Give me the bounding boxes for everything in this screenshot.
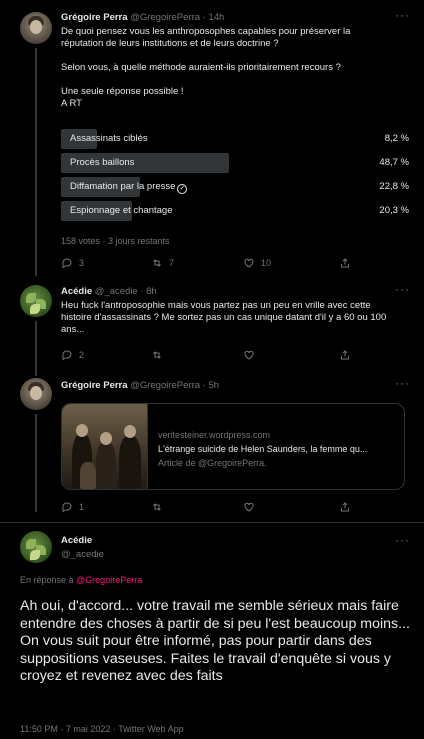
more-icon[interactable]: ··· bbox=[395, 376, 410, 390]
card-subtitle: Article de @GregoirePerra. bbox=[158, 458, 267, 468]
tweet-time[interactable]: 8h bbox=[146, 286, 157, 297]
tweet-1[interactable]: Grégoire Perra @GregoirePerra · 14h ··· … bbox=[0, 0, 424, 280]
like-button[interactable] bbox=[243, 501, 255, 513]
poll-option: Assassinats ciblés 8,2 % bbox=[61, 129, 409, 149]
share-button[interactable] bbox=[339, 349, 351, 361]
reply-to-link[interactable]: @GregoirePerra bbox=[76, 575, 142, 585]
share-icon bbox=[341, 258, 349, 268]
card-thumbnail bbox=[62, 404, 148, 489]
like-button[interactable] bbox=[243, 349, 255, 361]
like-count: 10 bbox=[261, 258, 272, 268]
thread-line bbox=[35, 321, 37, 376]
poll-option-percent: 22,8 % bbox=[379, 181, 409, 192]
poll-meta: 158 votes · 3 jours restants bbox=[61, 236, 170, 246]
author-name[interactable]: Grégoire Perra bbox=[61, 380, 128, 391]
divider bbox=[0, 522, 424, 523]
retweet-button[interactable]: 7 bbox=[151, 257, 174, 269]
retweet-icon bbox=[153, 503, 161, 511]
reply-count: 2 bbox=[79, 350, 85, 360]
author-handle[interactable]: @GregoirePerra bbox=[130, 380, 200, 391]
share-icon bbox=[341, 502, 349, 512]
tweet-2[interactable]: Acédie @_acedie · 8h ··· Heu fuck l'antr… bbox=[0, 280, 424, 378]
reply-count: 1 bbox=[79, 502, 85, 512]
share-button[interactable] bbox=[339, 501, 351, 513]
card-title: L'étrange suicide de Helen Saunders, la … bbox=[158, 444, 368, 454]
tweet-time[interactable]: 5h bbox=[208, 380, 219, 391]
author-handle[interactable]: @GregoirePerra bbox=[130, 12, 200, 23]
author-name[interactable]: Acédie bbox=[61, 286, 92, 297]
retweet-count: 7 bbox=[169, 258, 175, 268]
tweet-actions: 3 7 10 bbox=[61, 257, 361, 271]
tweet-text: De quoi pensez vous les anthroposophes c… bbox=[61, 26, 351, 109]
avatar[interactable] bbox=[20, 285, 52, 317]
tweet-header: Grégoire Perra @GregoirePerra · 14h bbox=[61, 12, 225, 23]
poll-option-percent: 8,2 % bbox=[384, 133, 409, 144]
avatar[interactable] bbox=[20, 531, 52, 563]
like-icon bbox=[244, 350, 254, 360]
tweet-actions: 2 bbox=[61, 349, 361, 363]
poll-option: Procès baillons 48,7 % bbox=[61, 153, 409, 173]
more-icon[interactable]: ··· bbox=[395, 282, 410, 296]
tweet-time[interactable]: 14h bbox=[208, 12, 224, 23]
reply-icon bbox=[62, 258, 72, 269]
author-handle[interactable]: @_acedie bbox=[95, 286, 138, 297]
card-domain: veritesteiner.wordpress.com bbox=[158, 430, 271, 440]
author-handle[interactable]: @_acedie bbox=[61, 549, 104, 560]
reply-button[interactable]: 2 bbox=[61, 349, 84, 361]
thread-line bbox=[35, 48, 37, 276]
retweet-icon bbox=[153, 351, 161, 359]
poll-option-percent: 20,3 % bbox=[379, 205, 409, 216]
more-icon[interactable]: ··· bbox=[395, 8, 410, 22]
retweet-button[interactable] bbox=[151, 349, 163, 361]
author-name[interactable]: Acédie bbox=[61, 535, 92, 546]
link-card[interactable]: veritesteiner.wordpress.com L'étrange su… bbox=[61, 403, 405, 490]
reply-context: En réponse à @GregoirePerra bbox=[20, 575, 143, 585]
poll-option: Espionnage et chantage 20,3 % bbox=[61, 201, 409, 221]
reply-button[interactable]: 1 bbox=[61, 501, 84, 513]
card-text: veritesteiner.wordpress.com L'étrange su… bbox=[158, 428, 398, 470]
more-icon[interactable]: ··· bbox=[395, 533, 410, 547]
thread-line bbox=[35, 414, 37, 512]
poll: Assassinats ciblés 8,2 % Procès baillons… bbox=[61, 129, 409, 225]
tweet-header: Acédie @_acedie · 8h bbox=[61, 286, 157, 297]
poll-option: Diffamation par la presse ✓ 22,8 % bbox=[61, 177, 409, 197]
check-circle-icon: ✓ bbox=[177, 184, 188, 194]
poll-option-label: Assassinats ciblés bbox=[70, 133, 148, 144]
poll-option-label: Procès baillons bbox=[70, 157, 135, 168]
share-button[interactable] bbox=[339, 257, 351, 269]
reply-count: 3 bbox=[79, 258, 85, 268]
poll-option-label: Espionnage et chantage bbox=[70, 205, 173, 216]
tweet-actions: 1 bbox=[61, 501, 361, 515]
like-icon bbox=[244, 258, 254, 268]
tweet-text: Heu fuck l'antroposophie mais vous parte… bbox=[61, 300, 387, 335]
tweet-header: Grégoire Perra @GregoirePerra · 5h bbox=[61, 380, 220, 391]
tweet-timestamp[interactable]: 11:50 PM · 7 mai 2022 · Twitter Web App bbox=[20, 724, 184, 734]
retweet-icon bbox=[153, 259, 161, 267]
share-icon bbox=[341, 350, 349, 360]
author-name[interactable]: Grégoire Perra bbox=[61, 12, 128, 23]
poll-option-label: Diffamation par la presse ✓ bbox=[70, 181, 188, 194]
reply-icon bbox=[62, 502, 72, 513]
avatar[interactable] bbox=[20, 378, 52, 410]
tweet-text: Ah oui, d'accord... votre travail me sem… bbox=[20, 598, 410, 684]
poll-option-percent: 48,7 % bbox=[379, 157, 409, 168]
retweet-button[interactable] bbox=[151, 501, 163, 513]
like-icon bbox=[244, 502, 254, 512]
avatar[interactable] bbox=[20, 12, 52, 44]
reply-button[interactable]: 3 bbox=[61, 257, 84, 269]
reply-icon bbox=[62, 350, 72, 361]
like-button[interactable]: 10 bbox=[243, 257, 271, 269]
